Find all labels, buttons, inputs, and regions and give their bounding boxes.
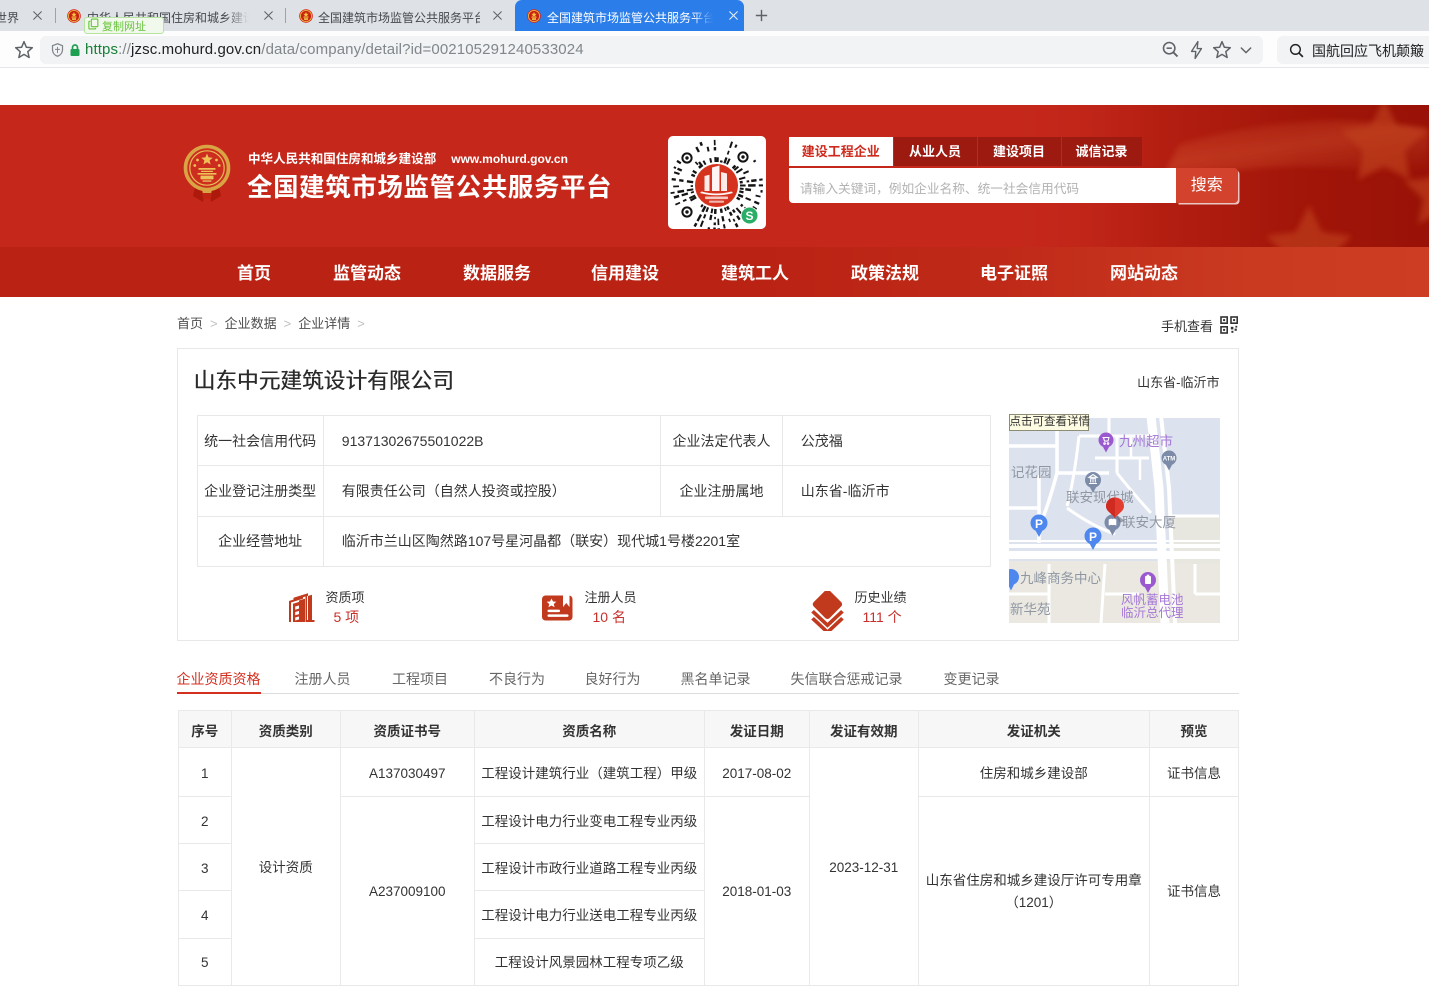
svg-text:临沂总代理: 临沂总代理 [1121, 602, 1184, 621]
svg-text:ATM: ATM [1162, 457, 1175, 463]
svg-text:九州超市: 九州超市 [1119, 430, 1173, 450]
svg-text:联安大厦: 联安大厦 [1122, 511, 1176, 531]
svg-text:新华苑: 新华苑 [1010, 598, 1051, 618]
svg-text:P: P [1034, 517, 1042, 531]
svg-text:九峰商务中心: 九峰商务中心 [1020, 567, 1101, 587]
svg-text:联安现代城: 联安现代城 [1066, 486, 1134, 506]
svg-text:S: S [745, 209, 753, 223]
svg-text:P: P [1088, 530, 1096, 544]
svg-text:记花园: 记花园 [1011, 461, 1052, 481]
